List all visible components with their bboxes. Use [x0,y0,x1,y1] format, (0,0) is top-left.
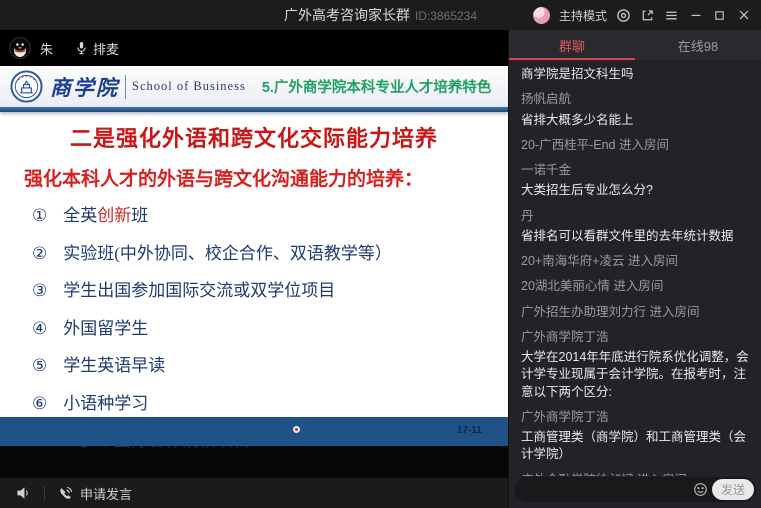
slide-list-item: ④外国留学生 [32,314,484,339]
slide-list-item: ①全英创新班 [32,201,484,226]
chat-message: 商学院是招文科生吗 [521,66,749,83]
app-window: 广外高考咨询家长群 ID:3865234 主持模式 [0,0,761,508]
chat-message: 一诺千金 大类招生后专业怎么分? [521,162,749,200]
maximize-button[interactable] [712,8,727,23]
chat-message: 广外商学院丁浩 工商管理类（商学院）和工商管理类（会计学院） [521,409,749,464]
request-speak-icon [58,486,73,501]
school-name-cn: 商学院 [50,72,119,102]
slide-list-item: ⑥小语种学习 [32,389,484,414]
slide-list-item: ③学生出国参加国际交流或双学位项目 [32,276,484,301]
request-speak-button[interactable]: 申请发言 [58,484,132,503]
message-username: 丹 [521,208,749,225]
chat-tabs: 群聊 在线98 [509,30,761,60]
chat-message: 丹 省排名可以看群文件里的去年统计数据 [521,208,749,246]
window-title: 广外高考咨询家长群 [284,5,410,25]
system-message: 20-广西桂平-End 进入房间 [521,137,749,154]
message-username: 广外商学院丁浩 [521,409,749,426]
settings-icon[interactable] [616,8,631,23]
chat-message: 广外商学院丁浩 大学在2014年年底进行院系优化调整，会计学专业现属于会计学院。… [521,329,749,401]
request-speak-label: 申请发言 [80,484,132,503]
emoji-icon[interactable] [693,482,708,497]
host-mode-label[interactable]: 主持模式 [559,7,607,24]
popout-icon[interactable] [640,8,655,23]
slide-body: 二是强化外语和跨文化交际能力培养 强化本科人才的外语与跨文化沟通能力的培养： ①… [0,112,508,451]
message-username: 扬帆启航 [521,91,749,108]
message-username: 一诺千金 [521,162,749,179]
slide-list-item: ⑤学生英语早读 [32,351,484,376]
school-name-en: School of Business [132,79,246,94]
speaker-avatar-penguin-icon [9,37,31,59]
close-button[interactable] [736,8,751,23]
send-button[interactable]: 发送 [712,479,754,500]
mic-queue-button[interactable]: 排麦 [75,39,119,58]
minimize-button[interactable] [688,8,703,23]
control-bar-divider [44,486,45,500]
system-message: 广外招生办助理刘力行 进入房间 [521,304,749,321]
laser-pointer-dot [293,426,300,433]
tab-group-chat[interactable]: 群聊 [509,30,635,60]
titlebar: 广外高考咨询家长群 ID:3865234 主持模式 [0,0,761,30]
slide-footer-bar: 17-11 [0,417,508,446]
slide-title: 二是强化外语和跨文化交际能力培养 [24,121,484,153]
slide-header: 商学院 School of Business 5.广外商学院本科专业人才培养特色 [0,66,508,107]
speaker-volume-icon[interactable] [16,486,31,500]
room-id: ID:3865234 [415,9,477,23]
chat-input-wrap: 发送 [515,477,756,502]
chat-message: 扬帆启航 省排大概多少名能上 [521,91,749,129]
slide-section-title: 5.广外商学院本科专业人才培养特色 [262,76,492,97]
video-stage: 朱 排麦 [0,30,508,508]
menu-icon[interactable] [664,8,679,23]
chat-input-row: 发送 [509,476,761,508]
speaker-name: 朱 [40,39,53,58]
microphone-icon [75,41,88,55]
slide-page-number: 17-11 [457,425,482,436]
system-message: 20湖北美丽心情 进入房间 [521,278,749,295]
speaker-row: 朱 排麦 [0,30,508,66]
stage-control-bar: 申请发言 [0,478,508,508]
chat-input[interactable] [525,477,675,502]
tab-online-members[interactable]: 在线98 [635,30,761,60]
message-username: 广外商学院丁浩 [521,329,749,346]
slide-subtitle: 强化本科人才的外语与跨文化沟通能力的培养： [24,164,484,191]
school-logo-icon [10,70,43,103]
host-avatar [533,7,550,24]
presentation-slide: 商学院 School of Business 5.广外商学院本科专业人才培养特色… [0,66,508,446]
system-message: 20+南海华府+凌云 进入房间 [521,253,749,270]
window-title-group: 广外高考咨询家长群 ID:3865234 [284,5,477,25]
chat-message-list[interactable]: 商学院是招文科生吗 扬帆启航 省排大概多少名能上 20-广西桂平-End 进入房… [509,60,761,476]
mic-queue-label: 排麦 [93,39,119,58]
slide-list-item: ②实验班(中外协同、校企合作、双语教学等） [32,239,484,264]
chat-panel: 群聊 在线98 商学院是招文科生吗 扬帆启航 省排大概多少名能上 20-广西桂平… [508,30,761,508]
slide-list: ①全英创新班 ②实验班(中外协同、校企合作、双语教学等） ③学生出国参加国际交流… [32,201,484,451]
header-divider [125,75,126,99]
